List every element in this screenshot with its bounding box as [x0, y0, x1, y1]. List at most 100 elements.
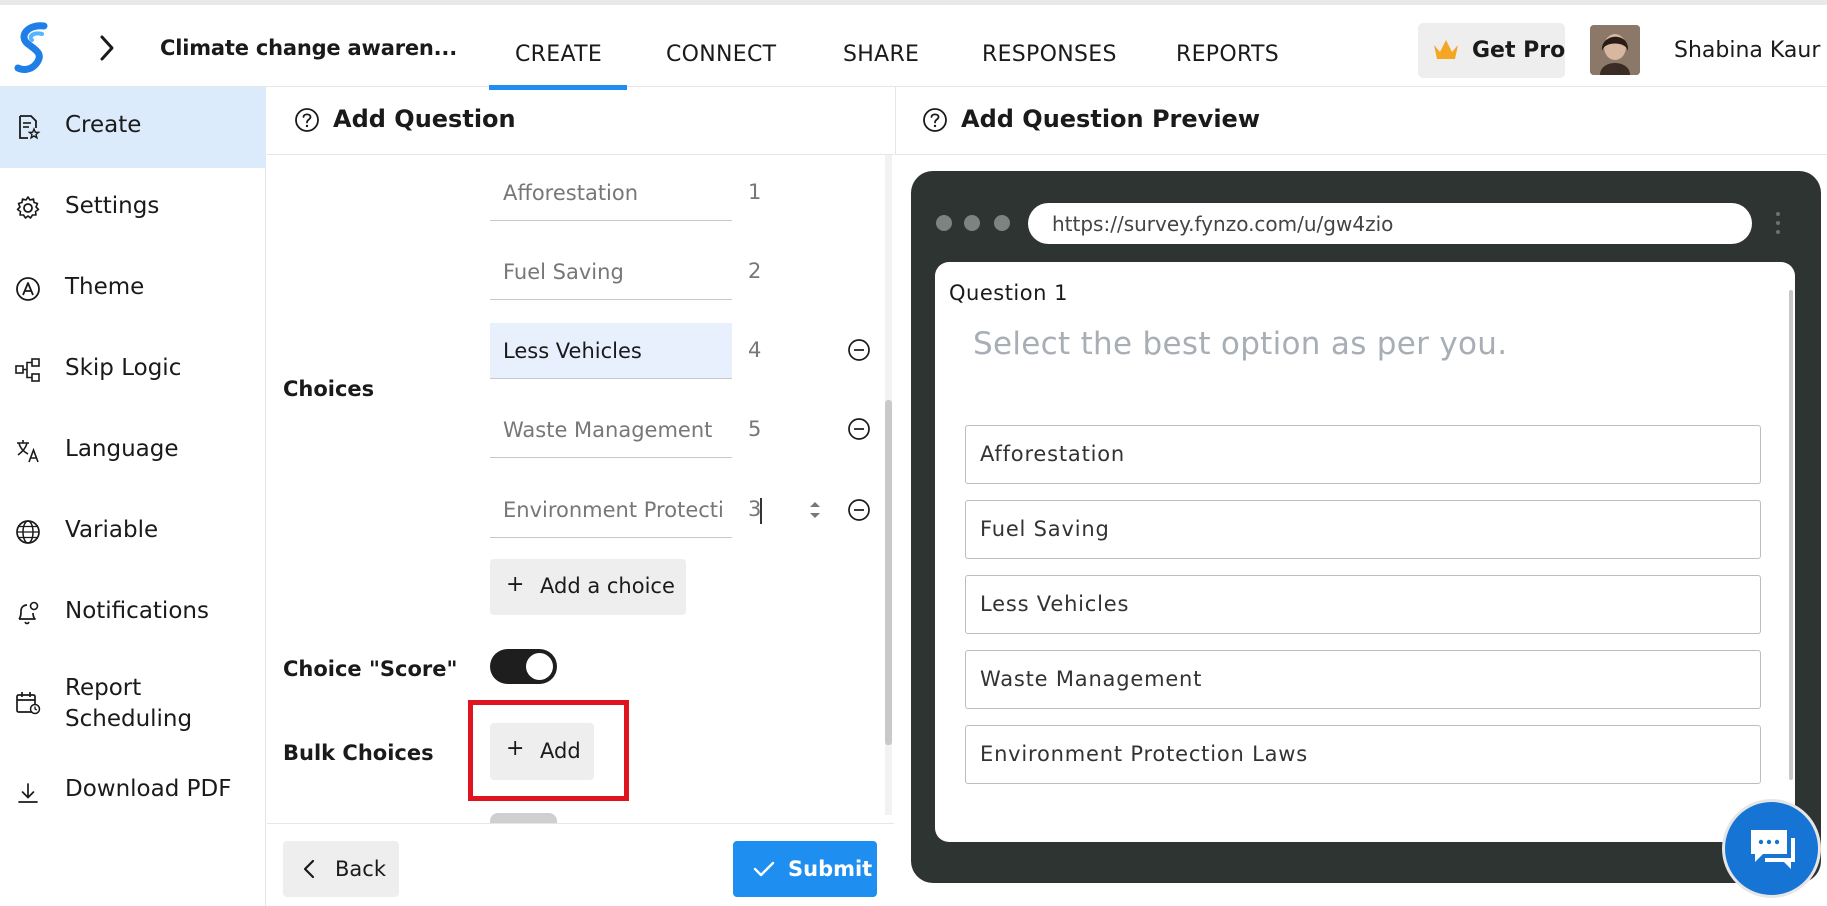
sidebar-item-create[interactable]: Create [0, 87, 266, 168]
submit-button[interactable]: Submit [733, 841, 877, 897]
preview-scrollbar[interactable] [1789, 290, 1793, 780]
chevron-left-icon [303, 859, 315, 879]
sidebar-item-label: Create [65, 112, 142, 138]
app-logo-icon[interactable] [14, 22, 50, 74]
help-icon[interactable] [922, 107, 948, 133]
calendar-icon [16, 692, 41, 715]
tab-responses[interactable]: RESPONSES [982, 42, 1117, 67]
plus-icon: + [506, 736, 525, 761]
crown-icon [1434, 40, 1458, 59]
user-photo [1590, 25, 1640, 75]
choice-input-1[interactable]: Afforestation [490, 165, 732, 221]
preview-option-label: Environment Protection Laws [980, 742, 1308, 766]
preview-option[interactable]: Environment Protection Laws [965, 725, 1761, 784]
download-icon [18, 783, 38, 803]
remove-choice-icon[interactable] [847, 498, 871, 522]
preview-option-label: Less Vehicles [980, 592, 1130, 616]
choice-score-toggle[interactable] [490, 649, 557, 684]
choice-score-1[interactable]: 1 [748, 180, 761, 204]
preview-header: Add Question Preview [895, 87, 1827, 155]
sidebar-item-skip-logic[interactable]: Skip Logic [0, 330, 266, 411]
more-vertical-icon[interactable] [1774, 210, 1782, 240]
gear-icon [16, 196, 40, 219]
panel-title: Add Question [333, 105, 516, 133]
sidebar-item-theme[interactable]: Theme [0, 249, 266, 330]
avatar[interactable] [1590, 25, 1640, 75]
choice-score-3[interactable]: 4 [748, 338, 761, 362]
sidebar-item-language[interactable]: Language [0, 411, 266, 492]
url-bar[interactable]: https://survey.fynzo.com/u/gw4zio [1028, 203, 1752, 244]
bell-icon [18, 601, 39, 625]
choice-input-3[interactable]: Less Vehicles [490, 323, 732, 379]
window-dot [994, 215, 1010, 231]
preview-title: Add Question Preview [961, 105, 1260, 133]
translate-icon [17, 440, 39, 463]
back-label: Back [335, 857, 386, 881]
add-choice-label: Add a choice [540, 574, 675, 598]
back-button[interactable]: Back [283, 841, 399, 897]
sidebar-item-label: Notifications [65, 598, 209, 624]
preview-option-label: Waste Management [980, 667, 1203, 691]
choice-score-2[interactable]: 2 [748, 259, 761, 283]
preview-url: https://survey.fynzo.com/u/gw4zio [1052, 212, 1394, 236]
bulk-add-button[interactable]: + Add [490, 723, 594, 780]
sidebar-item-label: Download PDF [65, 776, 232, 802]
sidebar-item-label: Variable [65, 517, 159, 543]
partially-hidden-toggle[interactable] [490, 813, 557, 823]
remove-choice-icon[interactable] [847, 338, 871, 362]
choice-input-5[interactable]: Environment Protecti [490, 482, 732, 538]
remove-choice-icon[interactable] [847, 417, 871, 441]
preview-option-label: Afforestation [980, 442, 1126, 466]
preview-option[interactable]: Afforestation [965, 425, 1761, 484]
add-question-header: Add Question [267, 87, 894, 155]
sidebar-item-settings[interactable]: Settings [0, 168, 266, 249]
create-icon [19, 115, 41, 140]
get-pro-button[interactable]: Get Pro [1418, 23, 1565, 78]
sidebar-item-label: Language [65, 436, 179, 462]
sidebar-item-label: Settings [65, 193, 160, 219]
tab-share[interactable]: SHARE [843, 42, 919, 67]
choice-score-label: Choice "Score" [283, 657, 458, 681]
chat-widget-button[interactable] [1722, 799, 1821, 898]
sidebar: Create Settings Theme Skip Logic Languag… [0, 87, 266, 906]
choices-label: Choices [283, 377, 375, 401]
help-icon[interactable] [294, 107, 320, 133]
preview-option[interactable]: Waste Management [965, 650, 1761, 709]
sidebar-item-notifications[interactable]: Notifications [0, 573, 266, 654]
bulk-add-label: Add [540, 739, 581, 763]
choice-input-2[interactable]: Fuel Saving [490, 244, 732, 300]
chat-icon [1751, 830, 1795, 869]
tab-create[interactable]: CREATE [515, 42, 602, 67]
sidebar-item-variable[interactable]: Variable [0, 492, 266, 573]
preview-option[interactable]: Fuel Saving [965, 500, 1761, 559]
number-spinner-icon[interactable] [808, 498, 822, 522]
sidebar-item-label: Theme [65, 274, 145, 300]
theme-icon [16, 277, 40, 301]
window-dot [964, 215, 980, 231]
survey-title[interactable]: Climate change awaren... [160, 36, 457, 60]
add-choice-button[interactable]: + Add a choice [490, 559, 686, 615]
globe-icon [16, 520, 40, 544]
chevron-right-icon[interactable] [96, 33, 118, 63]
toggle-knob [526, 653, 553, 680]
tab-reports[interactable]: REPORTS [1176, 42, 1279, 67]
choice-input-4[interactable]: Waste Management [490, 402, 732, 458]
check-icon [753, 861, 775, 877]
window-dot [936, 215, 952, 231]
question-text: Select the best option as per you. [973, 326, 1508, 362]
preview-option-label: Fuel Saving [980, 517, 1110, 541]
preview-option[interactable]: Less Vehicles [965, 575, 1761, 634]
sidebar-item-label: Report Scheduling [65, 675, 193, 732]
sidebar-item-report-scheduling[interactable]: Report Scheduling [0, 654, 266, 751]
sidebar-item-label: Skip Logic [65, 355, 182, 381]
choice-score-4[interactable]: 5 [748, 417, 761, 441]
tab-connect[interactable]: CONNECT [666, 42, 776, 67]
sidebar-item-download-pdf[interactable]: Download PDF [0, 751, 266, 832]
top-bar: Climate change awaren... CREATE CONNECT … [0, 0, 1827, 90]
get-pro-label: Get Pro [1472, 38, 1566, 63]
user-name[interactable]: Shabina Kaur D [1674, 38, 1827, 63]
bulk-choices-label: Bulk Choices [283, 741, 434, 765]
text-caret [760, 498, 762, 524]
skip-logic-icon [15, 358, 40, 382]
panel-scrollbar-thumb[interactable] [885, 400, 892, 745]
